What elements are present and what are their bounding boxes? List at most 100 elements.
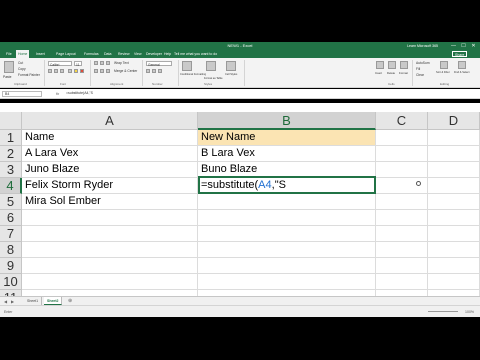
tab-page-layout[interactable]: Page Layout [56, 50, 76, 58]
cell-styles-icon[interactable] [226, 61, 236, 71]
cell-a6[interactable] [22, 210, 198, 226]
cell-c7[interactable] [376, 226, 428, 242]
column-header-a[interactable]: A [22, 112, 198, 130]
italic-icon[interactable] [54, 69, 58, 73]
zoom-slider[interactable] [428, 311, 458, 312]
cell-b4[interactable]: =substitute(A4,"S [198, 178, 376, 194]
tab-review[interactable]: Review [118, 50, 129, 58]
user-name[interactable]: Learn Microsoft 365 [407, 42, 438, 50]
cell-d8[interactable] [428, 242, 480, 258]
row-header-8[interactable]: 8 [0, 242, 22, 258]
row-header-7[interactable]: 7 [0, 226, 22, 242]
select-all-corner[interactable] [0, 112, 22, 130]
name-box[interactable]: B4 [2, 91, 42, 97]
fill-button[interactable]: Fill [416, 67, 420, 71]
cell-c6[interactable] [376, 210, 428, 226]
currency-icon[interactable] [146, 69, 150, 73]
align-left-icon[interactable] [94, 69, 98, 73]
row-header-2[interactable]: 2 [0, 146, 22, 162]
bold-icon[interactable] [48, 69, 52, 73]
cell-a5[interactable]: Mira Sol Ember [22, 194, 198, 210]
align-top-icon[interactable] [94, 61, 98, 65]
row-header-9[interactable]: 9 [0, 258, 22, 274]
cell-d5[interactable] [428, 194, 480, 210]
cell-d10[interactable] [428, 274, 480, 290]
tab-developer[interactable]: Developer [146, 50, 162, 58]
sheet-tab-1[interactable]: Sheet1 [24, 297, 43, 305]
cell-c5[interactable] [376, 194, 428, 210]
cell-d9[interactable] [428, 258, 480, 274]
cell-b7[interactable] [198, 226, 376, 242]
sheet-tab-2[interactable]: Sheet2 [44, 297, 63, 305]
cell-c10[interactable] [376, 274, 428, 290]
percent-icon[interactable] [152, 69, 156, 73]
cell-a4[interactable]: Felix Storm Ryder [22, 178, 198, 194]
tab-insert[interactable]: Insert [36, 50, 45, 58]
row-header-6[interactable]: 6 [0, 210, 22, 226]
align-bottom-icon[interactable] [106, 61, 110, 65]
borders-icon[interactable] [68, 69, 72, 73]
number-format-box[interactable]: General [146, 61, 172, 67]
format-painter-button[interactable]: Format Painter [18, 73, 40, 77]
cell-b9[interactable] [198, 258, 376, 274]
row-header-4[interactable]: 4 [0, 178, 22, 194]
share-button[interactable]: Share [452, 51, 468, 57]
cell-c1[interactable] [376, 130, 428, 146]
sort-filter-icon[interactable] [440, 61, 448, 69]
cell-a2[interactable]: A Lara Vex [22, 146, 198, 162]
align-right-icon[interactable] [106, 69, 110, 73]
cell-b1[interactable]: New Name [198, 130, 376, 146]
cell-a1[interactable]: Name [22, 130, 198, 146]
cell-b6[interactable] [198, 210, 376, 226]
cell-a9[interactable] [22, 258, 198, 274]
row-header-1[interactable]: 1 [0, 130, 22, 146]
maximize-button[interactable]: ☐ [459, 42, 468, 50]
insert-function-icon[interactable]: fx [56, 90, 59, 98]
cell-d7[interactable] [428, 226, 480, 242]
tab-home[interactable]: Home [16, 50, 30, 58]
tab-formulas[interactable]: Formulas [84, 50, 99, 58]
cell-d3[interactable] [428, 162, 480, 178]
insert-cells-icon[interactable] [376, 61, 384, 69]
cell-c8[interactable] [376, 242, 428, 258]
cell-b8[interactable] [198, 242, 376, 258]
column-header-b[interactable]: B [198, 112, 376, 130]
cut-button[interactable]: Cut [18, 61, 23, 65]
column-header-c[interactable]: C [376, 112, 428, 130]
format-cells-icon[interactable] [400, 61, 408, 69]
cell-a8[interactable] [22, 242, 198, 258]
cell-b2[interactable]: B Lara Vex [198, 146, 376, 162]
cell-b10[interactable] [198, 274, 376, 290]
cell-a7[interactable] [22, 226, 198, 242]
cell-d6[interactable] [428, 210, 480, 226]
paste-icon[interactable] [4, 61, 14, 73]
row-header-3[interactable]: 3 [0, 162, 22, 178]
column-header-d[interactable]: D [428, 112, 480, 130]
cell-a10[interactable] [22, 274, 198, 290]
delete-cells-icon[interactable] [388, 61, 396, 69]
find-select-icon[interactable] [458, 61, 466, 69]
cell-d1[interactable] [428, 130, 480, 146]
autosum-button[interactable]: AutoSum [416, 61, 430, 65]
align-middle-icon[interactable] [100, 61, 104, 65]
underline-icon[interactable] [60, 69, 64, 73]
tab-data[interactable]: Data [104, 50, 111, 58]
wrap-text-button[interactable]: Wrap Text [114, 61, 129, 65]
close-button[interactable]: ✕ [469, 42, 478, 50]
minimize-button[interactable]: — [449, 42, 458, 50]
row-header-10[interactable]: 10 [0, 274, 22, 290]
cell-a3[interactable]: Juno Blaze [22, 162, 198, 178]
cell-c9[interactable] [376, 258, 428, 274]
font-name-box[interactable]: Calibri [48, 61, 72, 67]
format-as-table-icon[interactable] [206, 61, 216, 71]
cell-c4[interactable] [376, 178, 428, 194]
formula-input[interactable]: =substitute(A4,"S [64, 91, 474, 97]
cell-c3[interactable] [376, 162, 428, 178]
comma-icon[interactable] [158, 69, 162, 73]
copy-button[interactable]: Copy [18, 67, 26, 71]
tell-me-search[interactable]: Tell me what you want to do [174, 50, 217, 58]
font-size-box[interactable]: 11 [74, 61, 82, 67]
row-header-5[interactable]: 5 [0, 194, 22, 210]
cell-b3[interactable]: Buno Blaze [198, 162, 376, 178]
cell-b5[interactable] [198, 194, 376, 210]
